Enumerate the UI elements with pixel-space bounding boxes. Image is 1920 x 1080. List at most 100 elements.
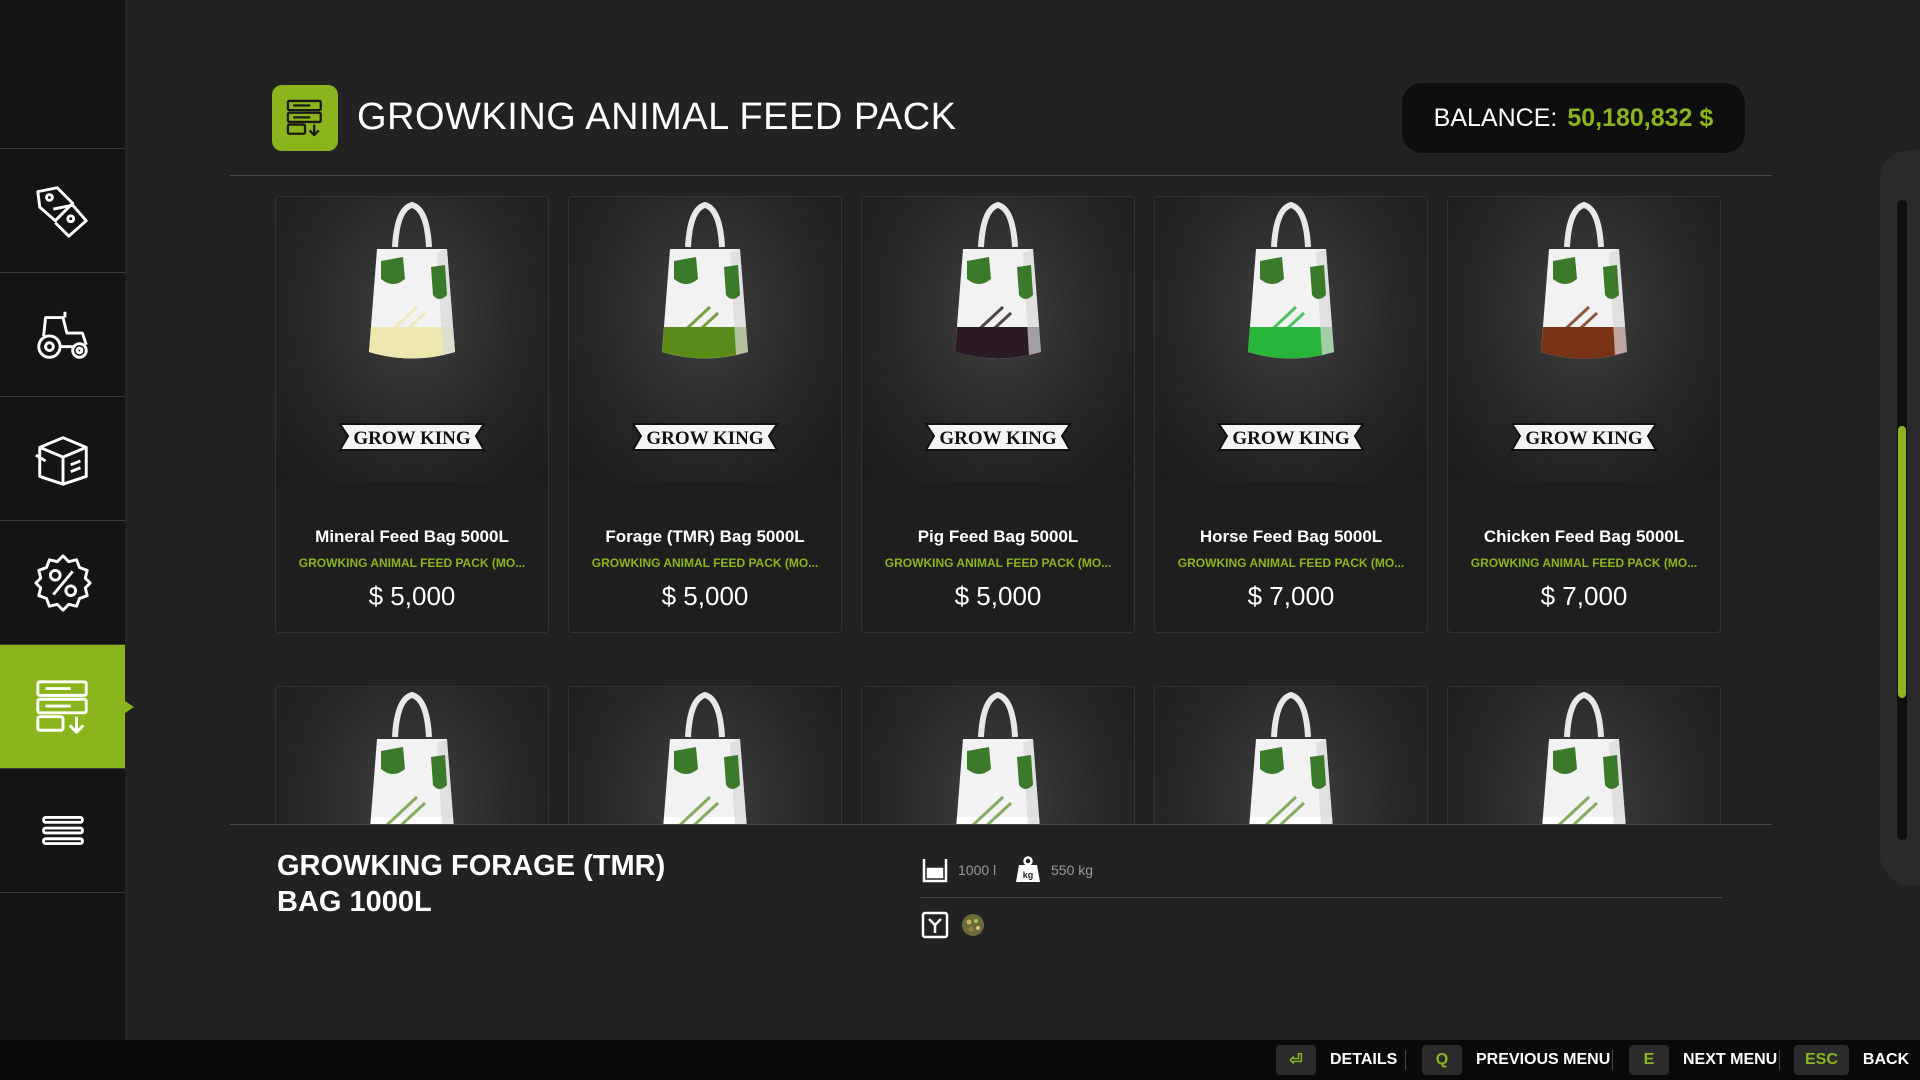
product-image: GROW KING	[276, 197, 548, 482]
product-image	[1155, 687, 1427, 824]
details-label: DETAILS	[1330, 1051, 1398, 1068]
tmr-forage-icon	[962, 914, 984, 936]
scrollbar-thumb[interactable]	[1898, 426, 1906, 698]
next-key: E	[1629, 1045, 1669, 1075]
feed-bag-image	[662, 201, 748, 359]
product-pack: GROWKING ANIMAL FEED PACK (MO...	[591, 556, 819, 570]
feed-bag-image	[370, 691, 454, 824]
product-price: $ 5,000	[368, 581, 456, 611]
previous-key: Q	[1422, 1045, 1462, 1075]
back-action[interactable]: ESC BACK	[1794, 1040, 1909, 1080]
product-card[interactable]	[568, 686, 842, 824]
product-price: $ 7,000	[1247, 581, 1335, 611]
brand-text: GROW KING	[1525, 428, 1643, 449]
product-pack: GROWKING ANIMAL FEED PACK (MO...	[1177, 556, 1405, 570]
product-image: GROW KING	[862, 197, 1134, 482]
product-price: $ 5,000	[954, 581, 1042, 611]
sidebar	[0, 0, 134, 1040]
product-pack: GROWKING ANIMAL FEED PACK (MO...	[884, 556, 1112, 570]
svg-text:kg: kg	[1023, 870, 1034, 880]
product-pack: GROWKING ANIMAL FEED PACK (MO...	[298, 556, 526, 570]
brand-text: GROW KING	[646, 428, 764, 449]
product-name: Chicken Feed Bag 5000L	[1483, 527, 1685, 546]
product-image: GROW KING	[1155, 197, 1427, 482]
product-name: Forage (TMR) Bag 5000L	[605, 527, 805, 546]
details-key: ⏎	[1276, 1045, 1316, 1075]
weight-spec: kg 550 kg	[1013, 855, 1093, 885]
brand-text: GROW KING	[1232, 428, 1350, 449]
product-price: $ 5,000	[661, 581, 749, 611]
box-icon	[34, 435, 88, 486]
shop-grid: GROW KING Mineral Feed Bag 5000L GROWKING …	[230, 176, 1760, 824]
product-image	[862, 687, 1134, 824]
product-card[interactable]	[1154, 686, 1428, 824]
weight-value: 550 kg	[1051, 862, 1094, 878]
balance-value: 50,180,832 $	[1567, 103, 1714, 132]
sidebar-header	[0, 0, 125, 149]
footer-separator	[1779, 1050, 1780, 1070]
page-title: GROWKING ANIMAL FEED PACK	[357, 96, 957, 138]
selected-item-title: GROWKING FORAGE (TMR) BAG 1000L	[277, 850, 666, 918]
previous-menu-action[interactable]: Q PREVIOUS MENU	[1422, 1040, 1610, 1080]
sidebar-item-menu[interactable]	[0, 769, 125, 893]
balance-label: BALANCE:	[1433, 103, 1558, 132]
product-card[interactable]: GROW KING Pig Feed Bag 5000L GROWKING ANIM…	[861, 196, 1135, 633]
product-image	[1448, 687, 1720, 824]
capacity-icon	[922, 859, 948, 883]
growking-logo: GROW KING	[338, 423, 486, 451]
feed-bag-image	[1542, 691, 1626, 824]
capacity-spec: 1000 l	[920, 855, 996, 885]
brand-text: GROW KING	[353, 428, 471, 449]
sidebar-item-mod-pack[interactable]	[0, 645, 134, 769]
next-menu-action[interactable]: E NEXT MENU	[1629, 1040, 1777, 1080]
sidebar-item-sales[interactable]	[0, 149, 125, 273]
growking-logo: GROW KING	[1217, 423, 1365, 451]
fill-types	[920, 910, 988, 940]
sidebar-item-objects[interactable]	[0, 397, 125, 521]
product-card[interactable]: GROW KING Horse Feed Bag 5000L GROWKING AN…	[1154, 196, 1428, 633]
feed-bag-image	[955, 201, 1041, 359]
product-card[interactable]: GROW KING Forage (TMR) Bag 5000L GROWKING …	[568, 196, 842, 633]
product-card[interactable]: GROW KING Mineral Feed Bag 5000L GROWKING …	[275, 196, 549, 633]
feed-bag-image	[956, 691, 1040, 824]
balance-display: BALANCE: 50,180,832 $	[1402, 83, 1745, 153]
next-label: NEXT MENU	[1683, 1051, 1778, 1068]
feed-bag-image	[369, 201, 455, 359]
footer-separator	[1405, 1050, 1406, 1070]
menu-icon	[41, 815, 84, 845]
product-name: Mineral Feed Bag 5000L	[315, 527, 509, 546]
product-card[interactable]	[275, 686, 549, 824]
weight-icon: kg	[1016, 856, 1040, 882]
product-card[interactable]	[1447, 686, 1721, 824]
pack-download-icon	[35, 679, 88, 734]
feed-bag-image	[1541, 201, 1627, 359]
pack-icon	[272, 85, 338, 151]
feed-icon	[921, 911, 949, 939]
details-action[interactable]: ⏎ DETAILS	[1276, 1040, 1397, 1080]
growking-logo: GROW KING	[631, 423, 779, 451]
product-image	[569, 687, 841, 824]
sidebar-item-vehicles[interactable]	[0, 273, 125, 397]
feed-bag-image	[1249, 691, 1333, 824]
back-label: BACK	[1862, 1051, 1910, 1068]
pack-download-icon	[286, 99, 322, 137]
product-pack: GROWKING ANIMAL FEED PACK (MO...	[1470, 556, 1698, 570]
footer-separator	[1612, 1050, 1613, 1070]
sidebar-item-sales-offers[interactable]	[0, 521, 125, 645]
previous-label: PREVIOUS MENU	[1476, 1051, 1611, 1068]
feed-bag-image	[663, 691, 747, 824]
details-divider	[920, 897, 1722, 898]
growking-logo: GROW KING	[924, 423, 1072, 451]
product-price: $ 7,000	[1540, 581, 1628, 611]
back-key: ESC	[1794, 1045, 1849, 1075]
percent-icon	[33, 553, 92, 612]
capacity-value: 1000 l	[958, 862, 997, 878]
grid-divider	[230, 824, 1772, 825]
growking-logo: GROW KING	[1510, 423, 1658, 451]
product-card[interactable]: GROW KING Chicken Feed Bag 5000L GROWKING …	[1447, 196, 1721, 633]
tractor-icon	[36, 311, 88, 359]
feed-bag-image	[1248, 201, 1334, 359]
product-name: Pig Feed Bag 5000L	[917, 527, 1079, 546]
product-card[interactable]	[861, 686, 1135, 824]
product-image: GROW KING	[1448, 197, 1720, 482]
